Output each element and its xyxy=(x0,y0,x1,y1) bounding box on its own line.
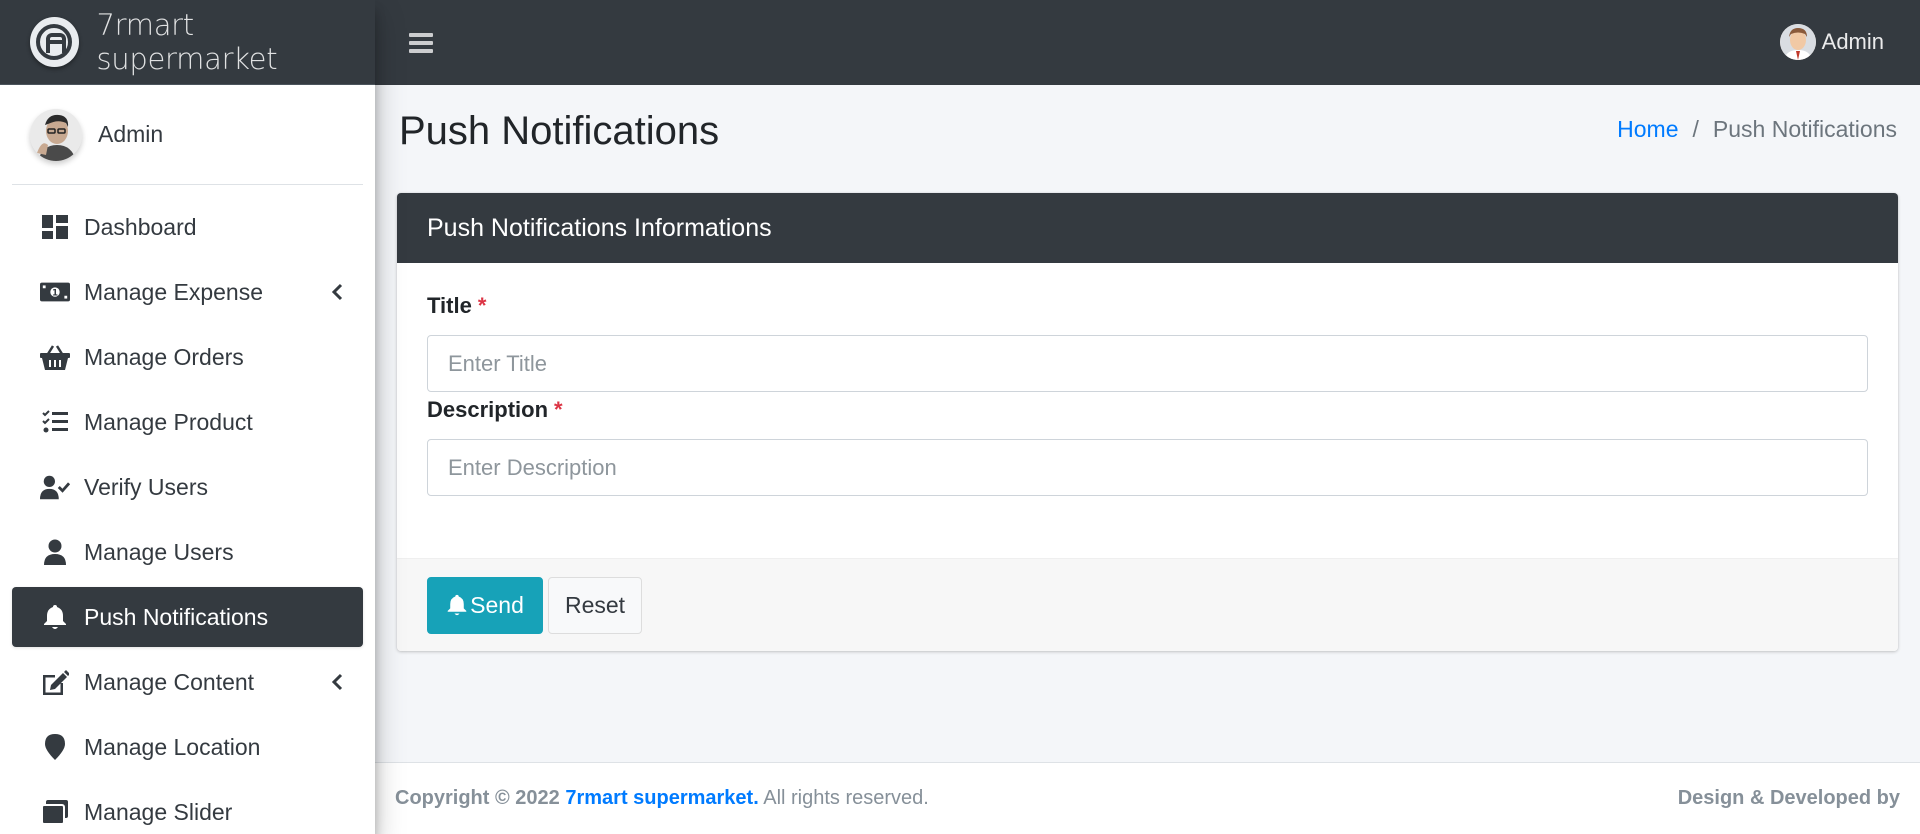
basket-icon xyxy=(40,342,70,372)
breadcrumb-home-link[interactable]: Home xyxy=(1617,116,1678,143)
credit-text: Design & Developed by xyxy=(1677,787,1900,809)
top-navbar: Admin xyxy=(375,0,1920,85)
map-marker-icon xyxy=(40,732,70,762)
sidebar-item-label: Manage Slider xyxy=(84,798,233,825)
required-marker: * xyxy=(554,397,563,422)
title-input[interactable] xyxy=(427,335,1868,392)
content-wrapper: Push Notifications Home / Push Notificat… xyxy=(375,85,1920,764)
sidebar-item-manage-users[interactable]: Manage Users xyxy=(12,522,363,582)
sidebar-item-manage-slider[interactable]: Manage Slider xyxy=(12,782,363,834)
sidebar-item-label: Manage Product xyxy=(84,408,253,435)
title-label: Title * xyxy=(427,291,1868,321)
sidebar-nav: Dashboard 1 Manage Expense Manage Orders… xyxy=(0,185,375,834)
copyright: Copyright © 2022 7rmart supermarket. All… xyxy=(395,787,929,810)
sidebar-item-dashboard[interactable]: Dashboard xyxy=(12,197,363,257)
sidebar-item-verify-users[interactable]: Verify Users xyxy=(12,457,363,517)
sidebar-item-manage-expense[interactable]: 1 Manage Expense xyxy=(12,262,363,322)
top-user-menu[interactable]: Admin xyxy=(1779,24,1884,60)
brand-logo-icon xyxy=(30,17,79,67)
edit-icon xyxy=(40,667,70,697)
required-marker: * xyxy=(477,293,487,318)
reset-button[interactable]: Reset xyxy=(548,576,642,634)
title-label-text: Title xyxy=(427,293,472,318)
sidebar-user-name[interactable]: Admin xyxy=(98,121,163,148)
money-bill-icon: 1 xyxy=(40,277,70,307)
sidebar-item-label: Manage Location xyxy=(84,733,261,760)
user-panel: Admin xyxy=(12,85,363,185)
push-notification-card: Push Notifications Informations Title * … xyxy=(397,193,1898,651)
sidebar-item-manage-content[interactable]: Manage Content xyxy=(12,652,363,712)
sidebar-item-label: Manage Expense xyxy=(84,278,264,305)
slider-icon xyxy=(40,797,70,827)
sidebar-item-manage-product[interactable]: Manage Product xyxy=(12,392,363,452)
sidebar-item-manage-orders[interactable]: Manage Orders xyxy=(12,327,363,387)
breadcrumb-separator: / xyxy=(1692,116,1699,142)
sidebar-item-manage-location[interactable]: Manage Location xyxy=(12,717,363,777)
sidebar-item-label: Manage Users xyxy=(84,538,234,565)
sidebar-item-label: Verify Users xyxy=(84,473,208,500)
description-label: Description * xyxy=(427,395,1868,425)
rights-text: All rights reserved. xyxy=(763,787,929,809)
sidebar-item-label: Dashboard xyxy=(84,213,197,240)
page-title: Push Notifications xyxy=(399,109,720,153)
footer-brand-link[interactable]: 7rmart supermarket. xyxy=(565,787,758,809)
hamburger-menu-icon[interactable] xyxy=(409,31,433,55)
breadcrumb-current: Push Notifications xyxy=(1712,116,1897,142)
sidebar-item-push-notifications[interactable]: Push Notifications xyxy=(12,587,363,647)
description-label-text: Description xyxy=(427,397,549,422)
chevron-left-icon xyxy=(331,283,343,301)
card-footer: Send Reset xyxy=(397,558,1898,651)
dashboard-icon xyxy=(40,212,70,242)
description-input[interactable] xyxy=(427,439,1868,496)
send-button-label: Send xyxy=(470,591,524,618)
brand-link[interactable]: 7rmart supermarket xyxy=(0,0,375,85)
bell-icon xyxy=(447,594,467,616)
user-icon xyxy=(40,537,70,567)
sidebar-item-label: Push Notifications xyxy=(84,603,269,630)
main-footer: Copyright © 2022 7rmart supermarket. All… xyxy=(375,762,1920,834)
main-sidebar: 7rmart supermarket Admin Dashboard 1 Man… xyxy=(0,0,375,834)
top-user-name: Admin xyxy=(1821,29,1884,54)
copyright-prefix: Copyright © 2022 xyxy=(395,787,560,809)
avatar[interactable] xyxy=(30,108,82,161)
send-button[interactable]: Send xyxy=(427,576,543,634)
user-check-icon xyxy=(40,472,70,502)
sidebar-item-label: Manage Orders xyxy=(84,343,244,370)
breadcrumb: Home / Push Notifications xyxy=(1617,116,1897,143)
bell-icon xyxy=(40,602,70,632)
brand-name: 7rmart supermarket xyxy=(96,8,278,76)
tasks-list-icon xyxy=(40,407,70,437)
svg-text:1: 1 xyxy=(52,287,58,297)
card-title: Push Notifications Informations xyxy=(397,193,1898,263)
card-body: Title * Description * xyxy=(397,263,1898,558)
chevron-left-icon xyxy=(331,673,343,691)
sidebar-item-label: Manage Content xyxy=(84,668,255,695)
avatar xyxy=(1779,24,1816,60)
